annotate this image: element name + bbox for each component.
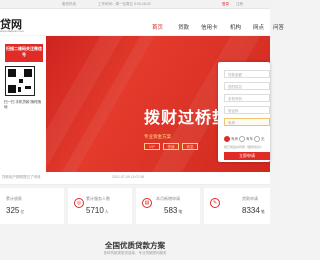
qr-code-icon — [5, 66, 35, 96]
nav-loans[interactable]: 贷款 — [178, 23, 189, 31]
nav-institutions[interactable]: 机构 — [230, 23, 241, 31]
qr-flyer: 扫描二维码关注微信号 扫一扫 手机贷款 随时随地 — [0, 36, 46, 172]
property-select[interactable]: 有房 — [224, 118, 270, 126]
phone-input[interactable]: 手机号码 — [224, 94, 270, 102]
hero-subtitle: 专业资金方案 — [144, 134, 171, 139]
agree-checkbox-label[interactable]: 我已阅读并同意《服务协议》 — [224, 145, 263, 149]
property-radio-group[interactable]: 有房 有车 无 — [224, 136, 264, 142]
code-input[interactable]: 验证码 — [224, 106, 270, 114]
login-link[interactable]: 登录 — [222, 0, 229, 8]
stat-label: 累计服务人数 — [86, 196, 110, 201]
stat-card: 累计放款 325亿 — [0, 188, 64, 224]
nav-branches[interactable]: 网点 — [253, 23, 264, 31]
amount-input[interactable]: 贷款金额 — [224, 70, 270, 78]
hotline-text: 服务热线 — [62, 2, 76, 6]
stat-label: 贷款申请 — [242, 196, 258, 201]
flyer-caption: 扫一扫 手机贷款 随时随地 — [4, 100, 41, 109]
hero-chip: VIP — [144, 143, 160, 150]
hero-title: 拨财过桥垫 — [144, 110, 230, 127]
register-link[interactable]: 注册 — [236, 0, 243, 8]
flyer-title: 扫描二维码关注微信号 — [5, 44, 43, 62]
submit-button[interactable]: 立即申请 — [224, 152, 270, 160]
radio-icon[interactable] — [238, 136, 245, 142]
stat-card: ▤ 本月新增申请 583笔 — [136, 188, 200, 224]
stat-label: 累计放款 — [6, 196, 22, 201]
site-header: 贷网 www.daikuan.com 首页 贷款 信用卡 机构 网点 问答 — [0, 9, 284, 40]
stat-card: ◎ 累计服务人数 5710人 — [68, 188, 132, 224]
stat-value: 325亿 — [6, 206, 25, 215]
work-hours: 工作时间：周一至周五 9:00-18:00 — [98, 2, 151, 6]
logo-domain: www.daikuan.com — [0, 29, 25, 33]
nav-qa[interactable]: 问答 — [273, 23, 284, 31]
application-icon: ✎ — [210, 198, 220, 208]
stat-value: 5710人 — [86, 206, 109, 215]
name-input[interactable]: 您的姓名 — [224, 82, 270, 90]
top-bar: 服务热线 工作时间：周一至周五 9:00-18:00 登录 注册 — [0, 0, 270, 9]
section-subtitle: 多种贷款类型供选择，专业贷款顾问服务 — [103, 251, 167, 255]
notice-text: 贷款用户刚刚提交了申请 — [2, 175, 41, 179]
notice-time: 2021-07-09 11:07:06 — [112, 175, 145, 179]
radio-icon[interactable] — [224, 136, 230, 142]
nav-home[interactable]: 首页 — [152, 23, 163, 31]
people-icon: ◎ — [74, 198, 84, 208]
nav-credit-card[interactable]: 信用卡 — [201, 23, 218, 31]
stat-card: ✎ 贷款申请 8334笔 — [204, 188, 270, 224]
loan-application-form: 贷款金额 您的姓名 手机号码 验证码 有房 有房 有车 无 我已阅读并同意《服务… — [218, 62, 270, 162]
stat-value: 8334笔 — [242, 206, 265, 215]
hero-chip: 低息 — [182, 143, 198, 150]
radio-icon[interactable] — [253, 136, 260, 142]
hero-chip: 快速 — [163, 143, 179, 150]
stat-value: 583笔 — [164, 206, 183, 215]
document-icon: ▤ — [142, 198, 152, 208]
section-title: 全国优质贷款方案 — [105, 241, 165, 250]
stat-label: 本月新增申请 — [156, 196, 180, 201]
notice-bar: 贷款用户刚刚提交了申请 2021-07-09 11:07:06 — [0, 172, 270, 185]
